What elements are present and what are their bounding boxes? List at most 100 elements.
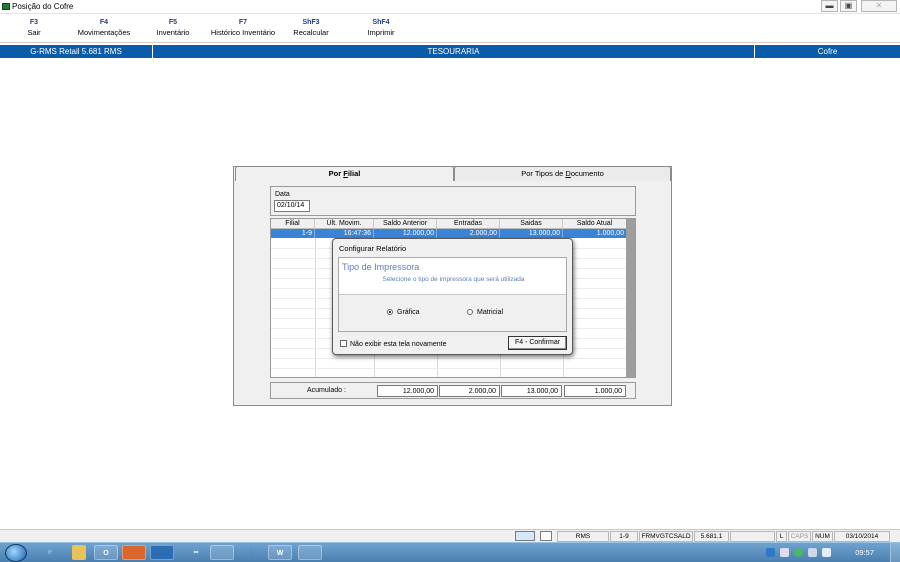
column-header[interactable]: Saidas bbox=[500, 219, 563, 228]
system-version: G-RMS Retail 5.681 RMS bbox=[30, 47, 122, 56]
printer-type-group: Tipo de Impressora Selecione o tipo de i… bbox=[338, 257, 567, 332]
minimize-button[interactable]: ▬ bbox=[821, 0, 838, 12]
cell-saldo-anterior: 12.000,00 bbox=[374, 229, 437, 238]
system-tray: 09:57 bbox=[760, 543, 900, 562]
grid-header: Filial Últ. Movim. Saldo Anterior Entrad… bbox=[271, 219, 627, 229]
fkey-sair[interactable]: F3 Sair bbox=[12, 18, 56, 38]
network-icon[interactable] bbox=[808, 548, 817, 557]
checkbox-icon bbox=[340, 340, 347, 347]
date-group: Data 02/10/14 bbox=[270, 186, 636, 216]
show-desktop-button[interactable] bbox=[890, 543, 900, 562]
grid-divider bbox=[271, 358, 627, 359]
window-title: Posição do Cofre bbox=[12, 2, 74, 11]
status-lock: L bbox=[776, 531, 787, 542]
grid-divider bbox=[271, 368, 627, 369]
cell-saldo-atual: 1.000,00 bbox=[563, 229, 627, 238]
status-version: 5.681.1 bbox=[694, 531, 729, 542]
fkey-inventario[interactable]: F5 Inventário bbox=[150, 18, 196, 38]
printer-options: Gráfica Matricial bbox=[339, 294, 566, 331]
fkey-code: ShF4 bbox=[372, 19, 390, 26]
fkey-label: Sair bbox=[27, 28, 41, 37]
tab-por-tipos-documento[interactable]: Por Tipos de Documento bbox=[454, 166, 671, 181]
status-date: 03/10/2014 bbox=[834, 531, 890, 542]
totals-label: Acumulado : bbox=[307, 387, 346, 394]
close-icon: ✕ bbox=[875, 1, 883, 10]
close-button[interactable]: ✕ bbox=[861, 0, 897, 12]
title-bar: Posição do Cofre ▬ ▣ ✕ bbox=[0, 0, 900, 14]
total-saldo-anterior: 12.000,00 bbox=[377, 385, 438, 397]
grid-scrollbar[interactable] bbox=[626, 219, 635, 377]
status-num: NUM bbox=[812, 531, 833, 542]
group-subtitle: Selecione o tipo de impressora que será … bbox=[382, 276, 525, 283]
maximize-button[interactable]: ▣ bbox=[840, 0, 857, 12]
fkey-imprimir[interactable]: ShF4 Imprimir bbox=[357, 18, 405, 38]
radio-matricial[interactable]: Matricial bbox=[467, 309, 503, 316]
clock[interactable]: 09:57 bbox=[855, 548, 874, 557]
maximize-icon: ▣ bbox=[844, 1, 853, 10]
radio-label: Gráfica bbox=[397, 309, 420, 316]
status-user: RMS bbox=[557, 531, 609, 542]
outlook-tray-icon[interactable] bbox=[766, 548, 775, 557]
fkey-movimentacoes[interactable]: F4 Movimentações bbox=[66, 18, 142, 38]
tab-label: Por bbox=[328, 169, 344, 178]
checkbox-label: Não exibir esta tela novamente bbox=[350, 341, 447, 348]
column-header[interactable]: Entradas bbox=[437, 219, 500, 228]
lync-icon[interactable]: L bbox=[240, 545, 264, 560]
fkey-code: F4 bbox=[99, 19, 109, 26]
fkey-code: ShF3 bbox=[302, 19, 320, 26]
flag-icon[interactable] bbox=[780, 548, 789, 557]
radio-grafica[interactable]: Gráfica bbox=[387, 309, 420, 316]
outlook-icon[interactable]: O bbox=[94, 545, 118, 560]
rms-icon[interactable] bbox=[210, 545, 234, 560]
status-caps: CAPS bbox=[788, 531, 811, 542]
fkey-recalcular[interactable]: ShF3 Recalcular bbox=[287, 18, 335, 38]
volume-icon[interactable] bbox=[822, 548, 831, 557]
column-header[interactable]: Saldo Atual bbox=[563, 219, 627, 228]
fkey-label: Imprimir bbox=[367, 28, 395, 37]
column-header[interactable]: Filial bbox=[271, 219, 315, 228]
column-header[interactable]: Saldo Anterior bbox=[374, 219, 437, 228]
windows-taskbar: e O ∞ L W 09:57 bbox=[0, 542, 900, 562]
ie-icon[interactable]: e bbox=[38, 545, 62, 560]
totals-row: Acumulado : 12.000,00 2.000,00 13.000,00… bbox=[270, 382, 636, 399]
status-form: FRMVGTCSALD bbox=[639, 531, 693, 542]
column-header[interactable]: Últ. Movim. bbox=[315, 219, 374, 228]
cell-entradas: 2.000,00 bbox=[437, 229, 500, 238]
date-label: Data bbox=[275, 191, 290, 198]
security-icon[interactable] bbox=[794, 548, 803, 557]
table-row[interactable]: 1-9 16:47:36 12.000,00 2.000,00 13.000,0… bbox=[271, 229, 627, 238]
status-bar: RMS 1-9 FRMVGTCSALD 5.681.1 L CAPS NUM 0… bbox=[0, 529, 900, 542]
module-header-bar: G-RMS Retail 5.681 RMS TESOURARIA Cofre bbox=[0, 45, 900, 58]
total-saidas: 13.000,00 bbox=[501, 385, 562, 397]
cell-filial: 1-9 bbox=[271, 229, 315, 238]
dialog-title: Configurar Relatório bbox=[339, 244, 407, 253]
network-icon bbox=[515, 531, 535, 541]
confirm-button[interactable]: F4 - Confirmar bbox=[508, 336, 567, 350]
date-field[interactable]: 02/10/14 bbox=[274, 200, 310, 212]
configurar-relatorio-dialog: Configurar Relatório Tipo de Impressora … bbox=[332, 238, 573, 355]
rms-icon[interactable] bbox=[298, 545, 322, 560]
start-button[interactable] bbox=[5, 544, 27, 562]
fkey-code: F5 bbox=[168, 19, 178, 26]
word-icon[interactable]: W bbox=[268, 545, 292, 560]
tab-por-filial[interactable]: Por Filial bbox=[235, 166, 454, 181]
fkey-historico-inventario[interactable]: F7 Histórico Inventário bbox=[203, 18, 283, 38]
minimize-icon: ▬ bbox=[825, 1, 834, 10]
nao-exibir-checkbox[interactable]: Não exibir esta tela novamente bbox=[340, 340, 447, 348]
radio-label: Matricial bbox=[477, 309, 504, 316]
fkey-code: F7 bbox=[238, 19, 248, 26]
app-icon bbox=[2, 3, 10, 10]
status-branch: 1-9 bbox=[610, 531, 638, 542]
firefox-icon[interactable] bbox=[122, 545, 146, 560]
fkey-label: Histórico Inventário bbox=[210, 28, 276, 37]
link-icon[interactable]: ∞ bbox=[184, 545, 208, 560]
app-icon[interactable] bbox=[150, 545, 174, 560]
explorer-icon[interactable] bbox=[72, 545, 86, 560]
status-empty bbox=[730, 531, 775, 542]
total-entradas: 2.000,00 bbox=[439, 385, 500, 397]
fkey-label: Recalcular bbox=[293, 28, 329, 37]
cell-saidas: 13.000,00 bbox=[500, 229, 563, 238]
tab-label: Por Tipos de bbox=[521, 169, 566, 178]
group-title: Tipo de Impressora bbox=[342, 262, 420, 272]
fkey-label: Inventário bbox=[156, 28, 190, 37]
